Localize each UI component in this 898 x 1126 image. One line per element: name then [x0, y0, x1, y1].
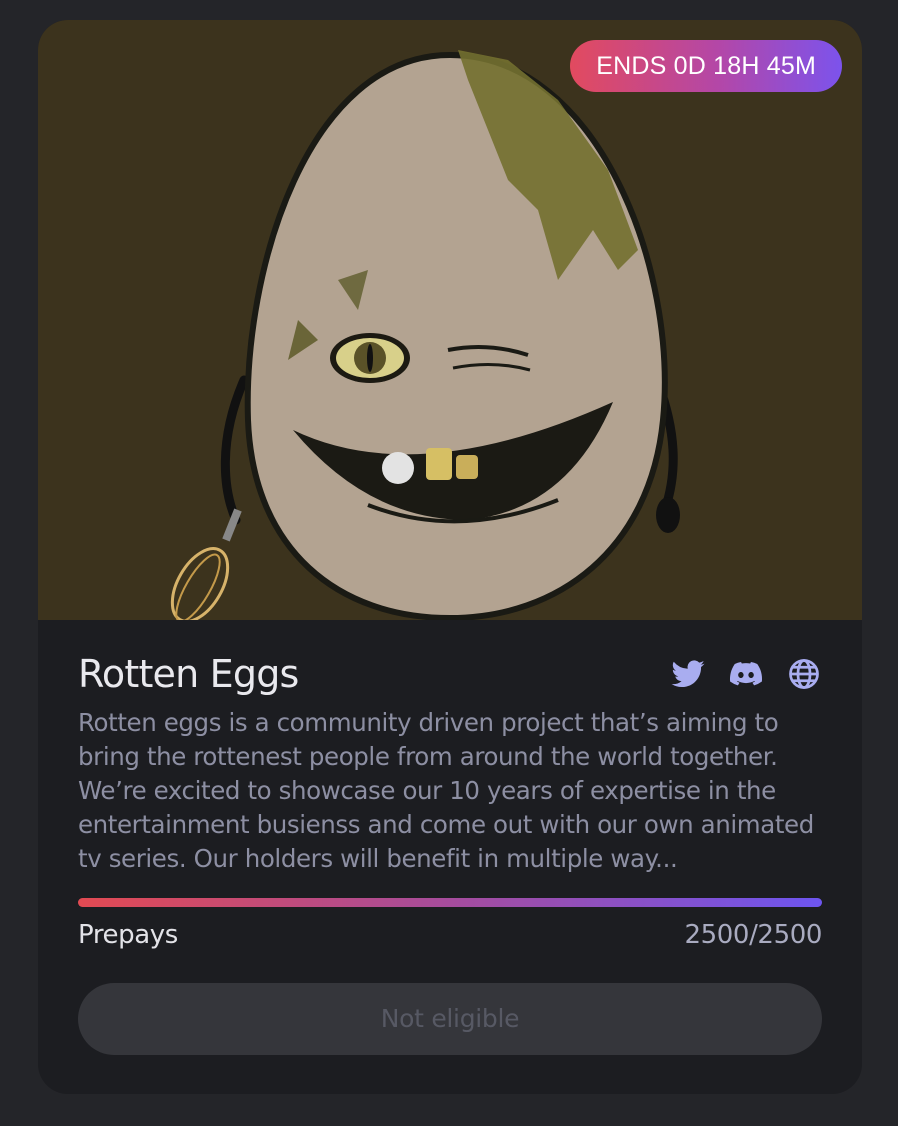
not-eligible-button[interactable]: Not eligible: [78, 983, 822, 1055]
collection-description: Rotten eggs is a community driven projec…: [78, 708, 814, 873]
social-links: [670, 656, 822, 692]
drop-card[interactable]: ENDS 0D 18H 45M Rotten Eggs Rotten eggs …: [38, 20, 862, 1094]
countdown-badge: ENDS 0D 18H 45M: [570, 40, 842, 92]
prepay-progress-fill: [78, 898, 822, 907]
prepay-progress-bar: [78, 898, 822, 907]
progress-label: Prepays: [78, 920, 178, 950]
twitter-icon[interactable]: [670, 656, 706, 692]
globe-icon[interactable]: [786, 656, 822, 692]
discord-icon[interactable]: [728, 656, 764, 692]
nft-artwork: ENDS 0D 18H 45M: [38, 20, 862, 620]
collection-title: Rotten Eggs: [78, 652, 299, 696]
progress-count: 2500/2500: [684, 920, 823, 950]
